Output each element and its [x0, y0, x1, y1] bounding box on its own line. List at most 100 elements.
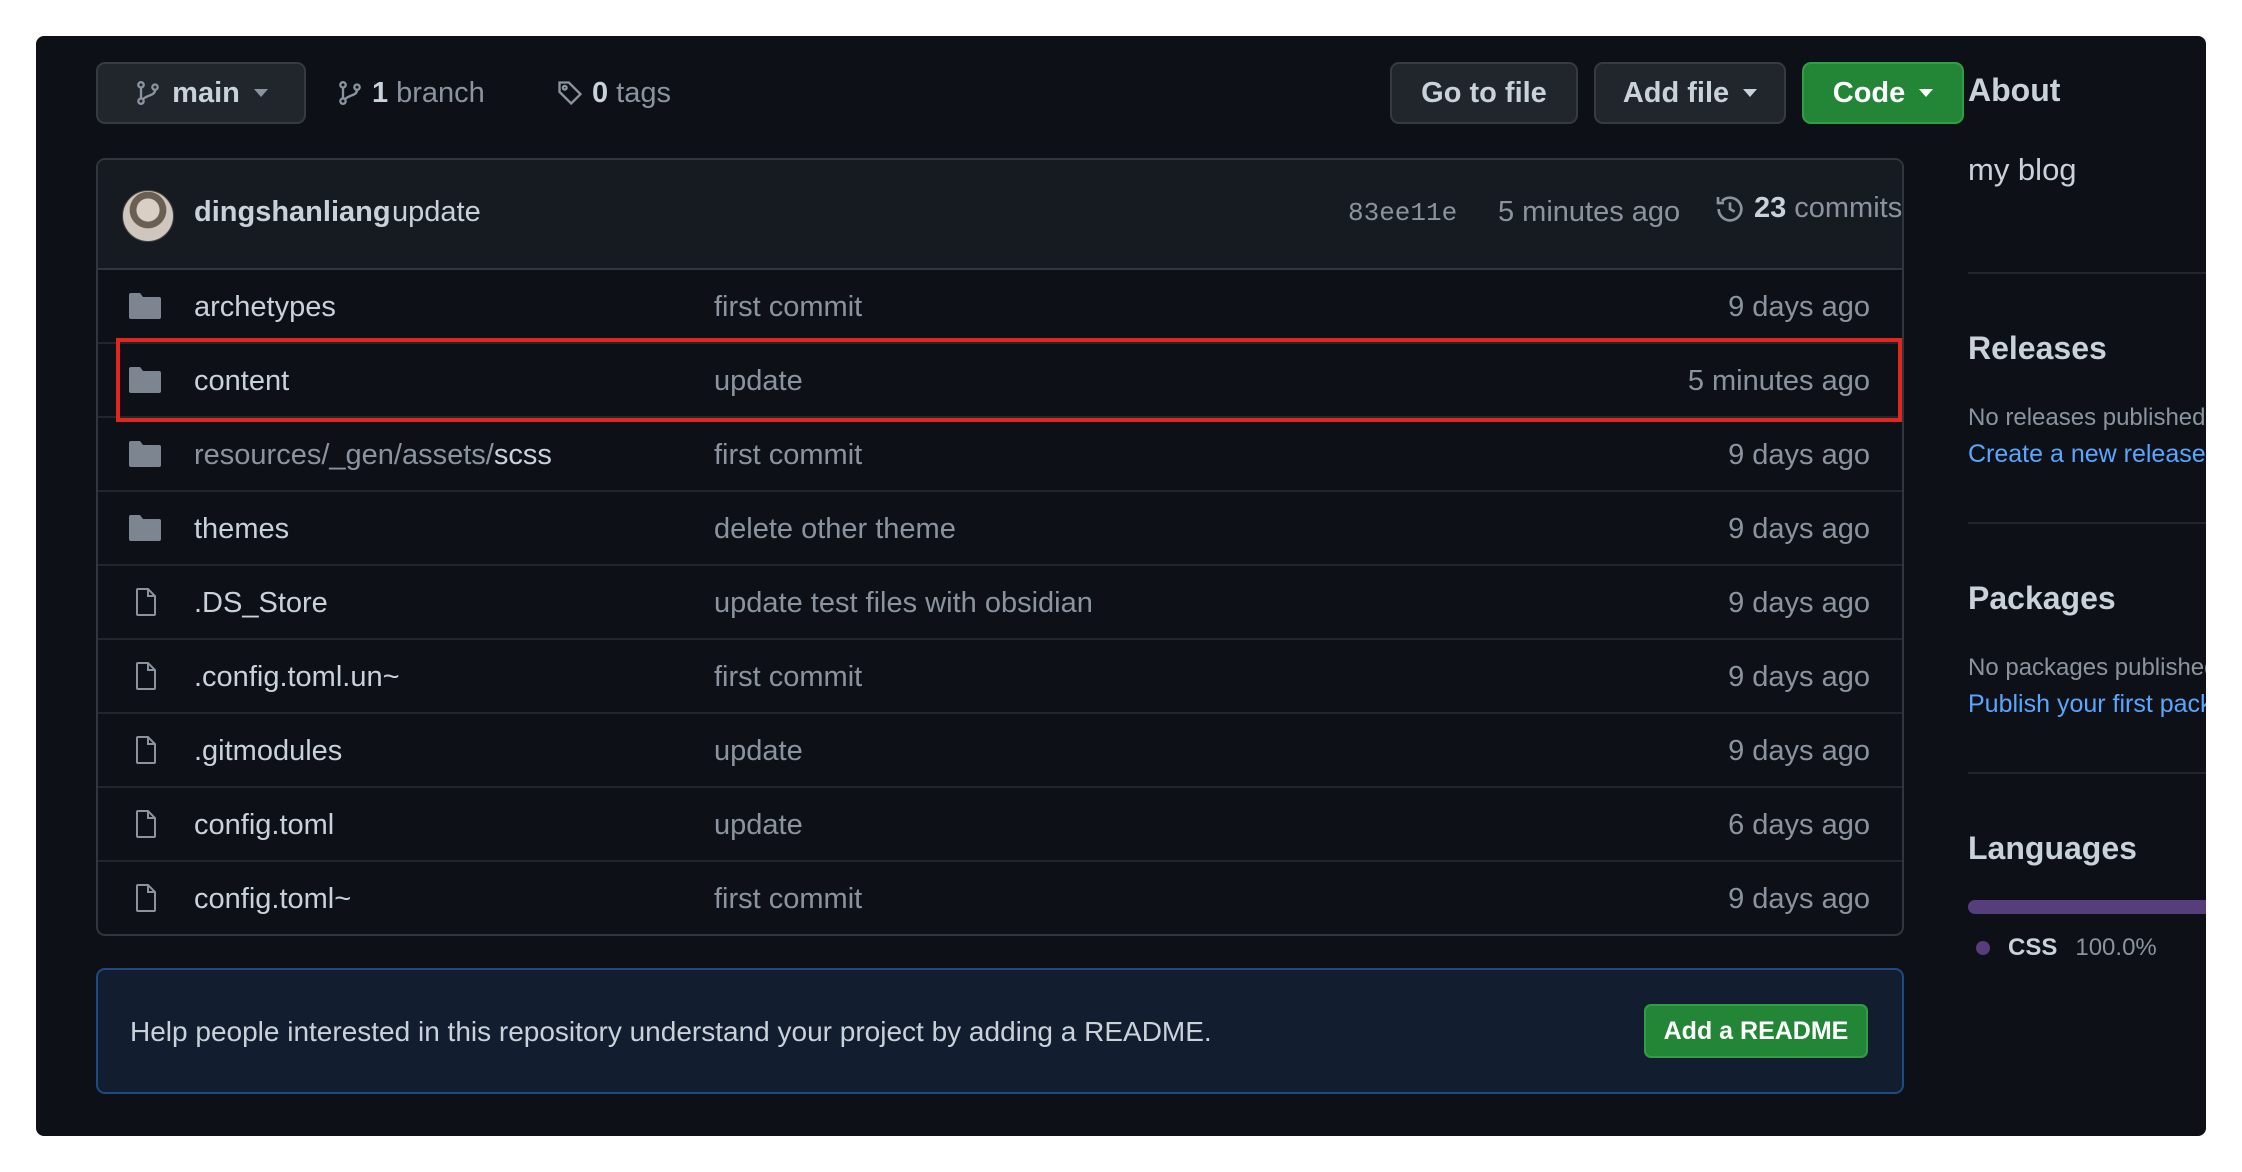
file-row: themes delete other theme 9 days ago [98, 490, 1902, 564]
language-bar [1968, 900, 2206, 914]
file-list: dingshanliang update 83ee11e 5 minutes a… [96, 158, 1904, 936]
file-age: 5 minutes ago [1687, 365, 1870, 397]
branch-name: main [172, 76, 240, 109]
file-name-link[interactable]: .config.toml.un~ [194, 661, 400, 694]
chevron-down-icon [253, 89, 268, 97]
commit-message-link[interactable]: update [392, 196, 481, 229]
go-to-file-button[interactable]: Go to file [1390, 62, 1578, 124]
file-name-leaf: scss [493, 439, 552, 471]
readme-banner-text: Help people interested in this repositor… [130, 1016, 1212, 1047]
history-icon [1716, 195, 1743, 222]
commit-count-label: commits [1794, 192, 1903, 224]
add-file-button[interactable]: Add file [1594, 62, 1786, 124]
chevron-down-icon [1919, 89, 1934, 97]
file-commit-message-link[interactable]: update [714, 365, 803, 398]
file-age: 9 days ago [1728, 291, 1870, 323]
file-age: 9 days ago [1728, 513, 1870, 545]
file-name-link[interactable]: config.toml [194, 809, 334, 842]
file-name-link[interactable]: .DS_Store [194, 587, 328, 620]
file-commit-message-link[interactable]: first commit [714, 439, 862, 472]
tag-icon [558, 81, 583, 106]
releases-heading[interactable]: Releases [1968, 330, 2107, 367]
file-name-prefix: resources/_gen/assets/ [194, 439, 494, 471]
tag-count: 0 [592, 76, 609, 109]
chevron-down-icon [1743, 89, 1758, 97]
branch-count: 1 [372, 76, 389, 109]
repo-sidebar: About my blog Releases No releases publi… [1968, 36, 2206, 1136]
file-icon [136, 884, 156, 912]
language-name: CSS [2008, 934, 2058, 961]
go-to-file-label: Go to file [1421, 76, 1547, 109]
add-readme-label: Add a README [1663, 1016, 1849, 1045]
divider [1968, 772, 2206, 774]
add-file-label: Add file [1622, 76, 1730, 109]
file-row: resources/_gen/assets/scss first commit … [98, 416, 1902, 490]
code-label: Code [1832, 76, 1906, 109]
repo-window: main 1 branch 0 tags Go to file Add file [36, 36, 2206, 1136]
file-rows: archetypes first commit 9 days ago conte… [98, 270, 1902, 934]
file-age: 9 days ago [1728, 587, 1870, 619]
create-release-link[interactable]: Create a new release [1968, 440, 2206, 469]
git-branch-icon [137, 80, 160, 106]
git-branch-icon [339, 80, 361, 106]
file-commit-message-link[interactable]: update [714, 809, 803, 842]
latest-commit-bar: dingshanliang update 83ee11e 5 minutes a… [98, 160, 1902, 270]
commit-sha-link[interactable]: 83ee11e [1348, 198, 1457, 228]
file-row: .DS_Store update test files with obsidia… [98, 564, 1902, 638]
language-percent: 100.0% [2075, 934, 2157, 961]
file-commit-message-link[interactable]: update test files with obsidian [714, 587, 1093, 620]
commit-time: 5 minutes ago [1498, 196, 1681, 228]
divider [1968, 522, 2206, 524]
file-icon [136, 588, 156, 616]
file-row: .gitmodules update 9 days ago [98, 712, 1902, 786]
file-commit-message-link[interactable]: first commit [714, 661, 862, 694]
languages-heading: Languages [1968, 830, 2137, 866]
language-item[interactable]: CSS 100.0% [1976, 934, 2157, 962]
file-commit-message-link[interactable]: first commit [714, 291, 862, 324]
repo-toolbar: main 1 branch 0 tags Go to file Add file [96, 62, 1964, 126]
file-age: 9 days ago [1728, 439, 1870, 471]
file-name-link[interactable]: archetypes [194, 291, 336, 324]
file-age: 9 days ago [1728, 661, 1870, 693]
file-row: archetypes first commit 9 days ago [98, 270, 1902, 342]
file-row: .config.toml.un~ first commit 9 days ago [98, 638, 1902, 712]
commit-author-link[interactable]: dingshanliang [194, 196, 391, 229]
repo-description: my blog [1968, 152, 2077, 187]
file-name-link[interactable]: config.toml~ [194, 883, 351, 916]
code-button[interactable]: Code [1802, 62, 1964, 124]
file-name-link[interactable]: resources/_gen/assets/scss [194, 439, 552, 472]
file-icon [136, 662, 156, 690]
language-color-dot [1976, 941, 1990, 955]
file-name-link[interactable]: themes [194, 513, 289, 546]
file-age: 9 days ago [1728, 735, 1870, 767]
file-commit-message-link[interactable]: first commit [714, 883, 862, 916]
avatar[interactable] [122, 190, 174, 242]
file-row: config.toml update 6 days ago [98, 786, 1902, 860]
file-icon [136, 810, 156, 838]
tags-link[interactable]: 0 tags [556, 62, 671, 124]
tag-label: tags [616, 76, 671, 109]
file-name-link[interactable]: .gitmodules [194, 735, 342, 768]
folder-icon [129, 441, 161, 467]
folder-icon [129, 293, 161, 319]
commit-count: 23 [1754, 192, 1787, 224]
file-commit-message-link[interactable]: update [714, 735, 803, 768]
branch-select-button[interactable]: main [96, 62, 306, 124]
file-row: content update 5 minutes ago [98, 342, 1902, 416]
about-heading: About [1968, 72, 2061, 108]
file-name-link[interactable]: content [194, 365, 289, 398]
file-commit-message-link[interactable]: delete other theme [714, 513, 956, 546]
releases-empty-text: No releases published [1968, 404, 2206, 431]
packages-empty-text: No packages published [1968, 654, 2206, 681]
folder-icon [129, 515, 161, 541]
packages-heading[interactable]: Packages [1968, 580, 2116, 617]
add-readme-button[interactable]: Add a README [1644, 1004, 1868, 1058]
publish-package-link[interactable]: Publish your first package [1968, 690, 2206, 719]
file-age: 6 days ago [1728, 809, 1870, 841]
file-row: config.toml~ first commit 9 days ago [98, 860, 1902, 934]
file-age: 9 days ago [1728, 883, 1870, 915]
commits-history-link[interactable]: 23 commits [1714, 192, 1902, 225]
branches-link[interactable]: 1 branch [336, 62, 485, 124]
readme-banner: Help people interested in this repositor… [96, 968, 1904, 1094]
divider [1968, 272, 2206, 274]
